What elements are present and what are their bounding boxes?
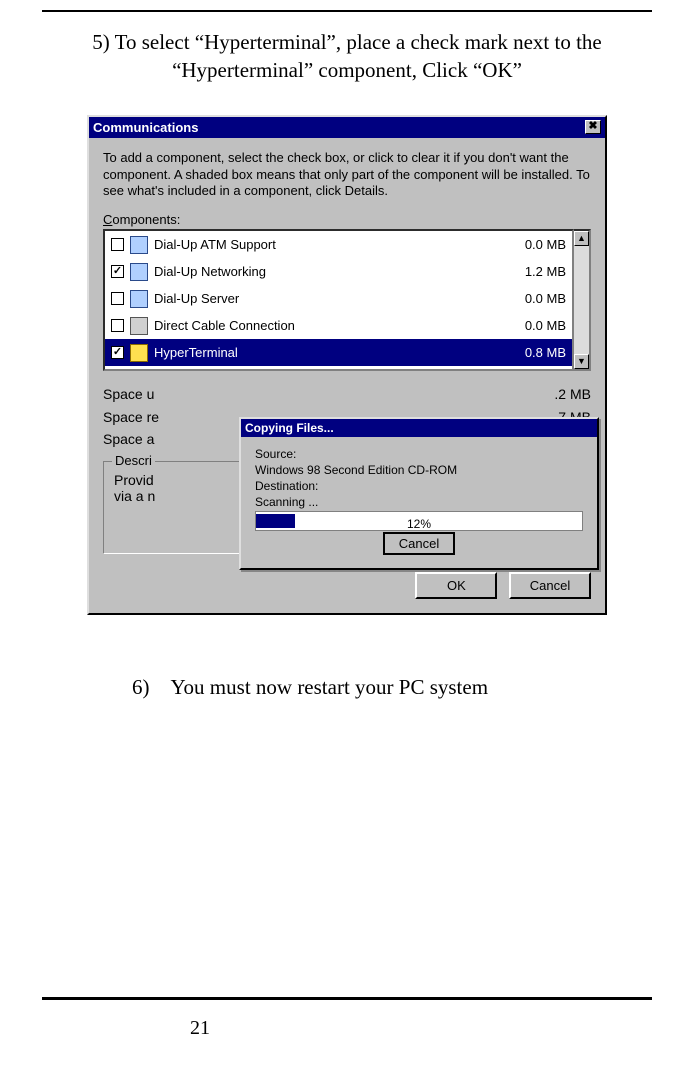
list-item[interactable]: Dial-Up ATM Support 0.0 MB <box>105 231 572 258</box>
component-icon <box>130 263 148 281</box>
page-content: 5) To select “Hyperterminal”, place a ch… <box>42 28 652 988</box>
copy-progress-label: 12% <box>256 514 582 528</box>
copying-files-titlebar[interactable]: Copying Files... <box>241 419 597 437</box>
checkbox-icon[interactable] <box>111 292 124 305</box>
step-5-text: 5) To select “Hyperterminal”, place a ch… <box>82 28 612 85</box>
copying-files-dialog: Copying Files... Source: Windows 98 Seco… <box>239 417 599 570</box>
list-item[interactable]: ✓ Dial-Up Networking 1.2 MB <box>105 258 572 285</box>
copy-cancel-button[interactable]: Cancel <box>384 533 454 554</box>
description-legend: Descri <box>112 453 155 468</box>
copy-source-value: Windows 98 Second Edition CD-ROM <box>255 463 583 477</box>
component-size: 0.0 MB <box>506 291 566 306</box>
list-item[interactable]: ✓ HyperTerminal 0.8 MB <box>105 339 572 366</box>
checkbox-icon[interactable]: ✓ <box>111 265 124 278</box>
components-label: Components: <box>103 212 591 227</box>
components-scrollbar[interactable]: ▲ ▼ <box>574 229 591 371</box>
scroll-down-button[interactable]: ▼ <box>574 354 589 369</box>
space-available-label: Space a <box>103 428 154 450</box>
component-icon <box>130 290 148 308</box>
list-item[interactable]: Dial-Up Server 0.0 MB <box>105 285 572 312</box>
description-left: Provid via a n <box>114 472 155 504</box>
copy-destination-label: Destination: <box>255 479 583 493</box>
dialog-instruction: To add a component, select the check box… <box>103 150 591 201</box>
copy-destination-value: Scanning ... <box>255 495 583 509</box>
space-used-value: .2 MB <box>554 383 591 405</box>
components-label-u: C <box>103 212 112 227</box>
checkbox-icon[interactable] <box>111 238 124 251</box>
component-label: Dial-Up ATM Support <box>154 237 500 252</box>
component-label: Direct Cable Connection <box>154 318 500 333</box>
copy-source-label: Source: <box>255 447 583 461</box>
component-icon <box>130 344 148 362</box>
list-item[interactable]: Direct Cable Connection 0.0 MB <box>105 312 572 339</box>
component-size: 0.0 MB <box>506 318 566 333</box>
component-size: 0.0 MB <box>506 237 566 252</box>
communications-titlebar[interactable]: Communications ✖ <box>89 117 605 138</box>
step-6-text: 6) You must now restart your PC system <box>132 675 622 700</box>
space-used-label: Space u <box>103 383 154 405</box>
component-label: HyperTerminal <box>154 345 500 360</box>
component-size: 1.2 MB <box>506 264 566 279</box>
components-list-wrap: Dial-Up ATM Support 0.0 MB ✓ Dial-Up Networ… <box>103 229 591 371</box>
component-label: Dial-Up Networking <box>154 264 500 279</box>
ok-button[interactable]: OK <box>415 572 497 599</box>
communications-title: Communications <box>93 120 198 135</box>
checkbox-icon[interactable]: ✓ <box>111 346 124 359</box>
component-size: 0.8 MB <box>506 345 566 360</box>
close-icon[interactable]: ✖ <box>585 120 601 134</box>
scroll-up-button[interactable]: ▲ <box>574 231 589 246</box>
dialog-bottom-buttons: OK Cancel <box>103 572 591 599</box>
checkbox-icon[interactable] <box>111 319 124 332</box>
component-label: Dial-Up Server <box>154 291 500 306</box>
space-required-label: Space re <box>103 406 159 428</box>
copying-files-body: Source: Windows 98 Second Edition CD-ROM… <box>241 437 597 568</box>
component-icon <box>130 236 148 254</box>
components-label-rest: omponents: <box>112 212 180 227</box>
page-number: 21 <box>190 1017 210 1040</box>
communications-dialog: Communications ✖ To add a component, sel… <box>87 115 607 615</box>
copying-files-title: Copying Files... <box>245 421 334 435</box>
component-icon <box>130 317 148 335</box>
components-listbox[interactable]: Dial-Up ATM Support 0.0 MB ✓ Dial-Up Networ… <box>103 229 574 371</box>
copy-progress-bar: 12% <box>255 511 583 531</box>
cancel-button[interactable]: Cancel <box>509 572 591 599</box>
